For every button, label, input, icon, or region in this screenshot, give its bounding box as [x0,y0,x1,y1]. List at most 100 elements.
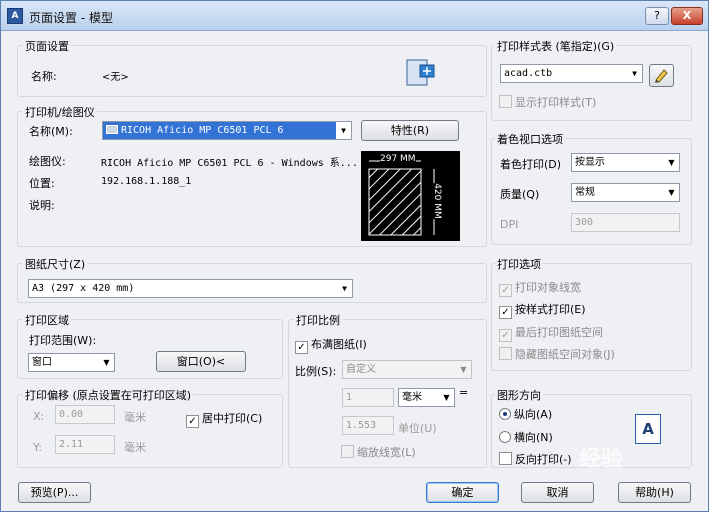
offset-y-unit: 毫米 [124,441,146,454]
checkmark-icon: ✓ [186,415,199,428]
plot-offset-legend: 打印偏移 (原点设置在可打印区域) [23,387,194,403]
plot-style-select[interactable]: acad.ctb ▼ [500,64,643,83]
portrait-label: 纵向(A) [514,408,553,421]
hide-paperspace-objects-label: 隐藏图纸空间对象(J) [515,348,615,361]
printer-legend: 打印机/绘图仪 [23,104,97,120]
window-title: 页面设置 - 模型 [29,11,113,25]
dpi-label: DPI [500,218,519,231]
chevron-down-icon: ▼ [443,393,450,402]
plot-paperspace-last-checkbox[interactable]: ✓ 最后打印图纸空间 [499,324,603,342]
landscape-radio[interactable]: 横向(N) [499,429,553,445]
window-pick-button[interactable]: 窗口(O)< [156,351,246,372]
scale-label: 比例(S): [295,365,337,378]
paper-size-value: A3 (297 x 420 mm) [32,283,135,294]
chevron-down-icon: ▼ [668,188,675,197]
cancel-button[interactable]: 取消 [521,482,594,503]
plot-with-styles-checkbox[interactable]: ✓ 按样式打印(E) [499,301,586,319]
offset-x-unit: 毫米 [124,411,146,424]
plot-style-value: acad.ctb [504,68,553,79]
dpi-input[interactable]: 300 [571,213,680,232]
plot-with-styles-label: 按样式打印(E) [515,303,586,316]
chevron-down-icon: ▼ [632,69,637,78]
display-plot-styles-label: 显示打印样式(T) [515,96,597,109]
hide-paperspace-objects-checkbox[interactable]: 隐藏图纸空间对象(J) [499,346,615,362]
shade-plot-label: 着色打印(D) [500,158,562,171]
plotter-label: 绘图仪: [29,155,66,168]
printer-icon [106,125,118,134]
plot-range-select[interactable]: 窗口 ▼ [28,353,115,372]
title-close-button[interactable]: X [671,7,703,25]
upside-down-checkbox[interactable]: 反向打印(-) [499,451,572,467]
landscape-label: 横向(N) [514,431,553,444]
shade-plot-select[interactable]: 按显示 ▼ [571,153,680,172]
page-setup-dialog: A 页面设置 - 模型 ? X 页面设置 名称: <无> 打印机/绘图仪 名称(… [0,0,709,512]
scale-unit-value: 毫米 [402,392,422,403]
fit-to-paper-checkbox[interactable]: ✓ 布满图纸(I) [295,336,367,354]
scale-drawing-units-input[interactable]: 1.553 [342,416,394,435]
center-plot-label: 居中打印(C) [202,412,263,425]
printer-name-value: RICOH Aficio MP C6501 PCL 6 [121,125,284,136]
center-plot-checkbox[interactable]: ✓ 居中打印(C) [186,410,262,428]
title-help-button[interactable]: ? [645,7,669,25]
autocad-app-icon: A [7,8,23,24]
offset-x-label: X: [33,410,45,423]
location-value: 192.168.1.188_1 [101,176,192,187]
scale-lineweights-label: 缩放线宽(L) [357,446,416,459]
portrait-radio[interactable]: 纵向(A) [499,406,552,422]
page-setup-name-value: <无> [102,72,129,83]
checkmark-icon: ✓ [499,306,512,319]
paper-preview: 297 MM 420 MM [361,151,460,241]
checkmark-icon: ✓ [499,284,512,297]
preview-width-label: 297 MM [380,154,416,164]
plot-range-label: 打印范围(W): [29,334,97,347]
offset-y-label: Y: [33,441,42,454]
printer-name-select[interactable]: RICOH Aficio MP C6501 PCL 6 ▼ [102,121,352,140]
help-button[interactable]: 帮助(H) [618,482,691,503]
offset-x-input[interactable]: 0.00 [55,405,115,424]
orientation-preview-icon: A [635,414,661,444]
title-bar[interactable]: A 页面设置 - 模型 ? X [1,1,708,31]
page-setup-legend: 页面设置 [23,38,71,54]
scale-value: 自定义 [346,364,376,375]
paper-size-select[interactable]: A3 (297 x 420 mm) ▼ [28,279,353,298]
paper-size-legend: 图纸尺寸(Z) [23,256,88,272]
edit-plot-style-button[interactable] [649,64,674,87]
scale-paper-units-input[interactable]: 1 [342,388,394,407]
plot-paperspace-last-label: 最后打印图纸空间 [515,326,603,339]
plot-lineweights-checkbox[interactable]: ✓ 打印对象线宽 [499,279,581,297]
location-label: 位置: [29,177,55,190]
plotter-value: RICOH Aficio MP C6501 PCL 6 - Windows 系.… [101,158,357,169]
plot-scale-legend: 打印比例 [294,312,342,328]
scale-select[interactable]: 自定义 ▼ [342,360,472,379]
quality-select[interactable]: 常规 ▼ [571,183,680,202]
chevron-down-icon: ▼ [336,122,351,139]
orientation-legend: 图形方向 [495,387,543,403]
plot-style-table-legend: 打印样式表 (笔指定)(G) [495,38,617,54]
upside-down-label: 反向打印(-) [515,453,572,466]
unit-label: 单位(U) [398,422,437,435]
pencil-edit-icon [654,69,668,83]
chevron-down-icon: ▼ [103,358,110,367]
description-label: 说明: [29,199,55,212]
plot-range-value: 窗口 [32,357,52,368]
scale-unit-select[interactable]: 毫米 ▼ [398,388,455,407]
offset-y-input[interactable]: 2.11 [55,435,115,454]
plot-options-legend: 打印选项 [495,256,543,272]
scale-equals-sign: = [459,386,469,399]
display-plot-styles-checkbox[interactable]: 显示打印样式(T) [499,94,596,110]
shaded-viewport-legend: 着色视口选项 [495,131,565,147]
preview-button[interactable]: 预览(P)... [18,482,91,503]
quality-label: 质量(Q) [500,188,540,201]
baidu-watermark: 经验 [579,447,624,472]
scale-lineweights-checkbox[interactable]: 缩放线宽(L) [341,444,416,460]
quality-value: 常规 [575,187,595,198]
chevron-down-icon: ▼ [342,284,347,293]
printer-properties-button[interactable]: 特性(R) [361,120,459,141]
chevron-down-icon: ▼ [668,158,675,167]
preview-height-label: 420 MM [431,183,442,219]
page-setup-name-label: 名称: [31,70,57,83]
ok-button[interactable]: 确定 [426,482,499,503]
checkmark-icon: ✓ [295,341,308,354]
chevron-down-icon: ▼ [460,365,467,374]
printer-name-label: 名称(M): [29,125,73,138]
